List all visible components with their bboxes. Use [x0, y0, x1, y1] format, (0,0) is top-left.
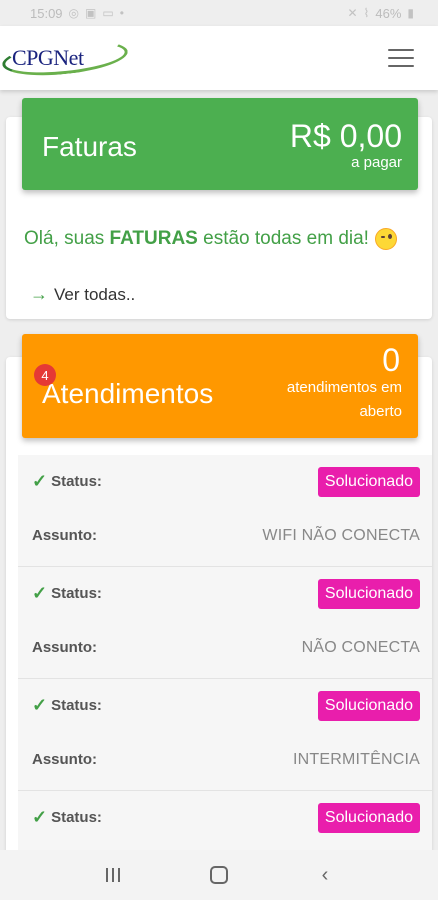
chevron-down-icon[interactable]: ✓ — [32, 583, 47, 604]
battery-icon: ▮ — [407, 6, 414, 20]
ticket-status-row: ✓ Status: — [32, 695, 102, 716]
status-time: 15:09 — [30, 5, 63, 21]
ticket-row[interactable]: ✓ Status: Solucionado Assunto: INTERMITÊ… — [18, 679, 432, 791]
message-icon: ▭ — [102, 6, 114, 20]
dot-icon: • — [119, 6, 124, 20]
atendimentos-banner[interactable]: 4 Atendimentos 0 atendimentos em aberto — [22, 334, 418, 438]
ticket-status-label: Status: — [51, 697, 102, 714]
hamburger-icon[interactable] — [388, 49, 414, 67]
chevron-down-icon[interactable]: ✓ — [32, 807, 47, 828]
ticket-assunto-label: Assunto: — [32, 527, 97, 544]
notification-badge: 4 — [34, 364, 56, 386]
system-nav-bar: ‹ — [0, 850, 438, 900]
faturas-amount: R$ 0,00 — [289, 118, 402, 154]
faturas-title: Faturas — [42, 131, 137, 162]
ticket-status-row: ✓ Status: — [32, 583, 102, 604]
home-button[interactable] — [199, 866, 239, 884]
atendimentos-count-sub: atendimentos em aberto — [286, 379, 402, 420]
faturas-message-suffix: estão todas em dia! — [197, 228, 369, 249]
ticket-status-label: Status: — [51, 809, 102, 826]
ticket-status-label: Status: — [51, 585, 102, 602]
recents-icon[interactable] — [93, 868, 133, 882]
ticket-status-row: ✓ Status: — [32, 471, 102, 492]
signal-icon: ⌇ — [363, 6, 370, 20]
status-bar: 15:09 ◎ ▣ ▭ • ✕ ⌇ 46% ▮ — [0, 0, 438, 26]
ticket-row[interactable]: ✓ Status: Solucionado Assunto: NÃO CONEC… — [18, 567, 432, 679]
ticket-status-row: ✓ Status: — [32, 807, 102, 828]
ticket-row[interactable]: ✓ Status: Solucionado Assunto: WIFI NÃO … — [18, 455, 432, 567]
back-icon[interactable]: ‹ — [305, 864, 345, 887]
status-badge[interactable]: Solucionado — [317, 691, 420, 721]
winking-face-icon — [374, 228, 397, 250]
ticket-assunto-label: Assunto: — [32, 639, 97, 656]
atendimentos-title: Atendimentos — [42, 378, 214, 409]
ticket-assunto-value: NÃO CONECTA — [301, 639, 420, 656]
faturas-banner[interactable]: Faturas R$ 0,00 a pagar — [22, 98, 418, 190]
ticket-assunto-label: Assunto: — [32, 751, 97, 768]
faturas-amount-sub: a pagar — [351, 154, 402, 171]
faturas-message-prefix: Olá, suas — [24, 228, 110, 249]
gallery-icon: ▣ — [85, 6, 97, 20]
chevron-down-icon[interactable]: ✓ — [32, 695, 47, 716]
chevron-down-icon[interactable]: ✓ — [32, 471, 47, 492]
battery-level: 46% — [375, 5, 402, 21]
cpgnet-logo[interactable]: CPGNet — [0, 35, 132, 81]
ticket-assunto-value: WIFI NÃO CONECTA — [262, 527, 420, 544]
ver-todas-label: Ver todas.. — [54, 284, 136, 304]
ticket-assunto-value: INTERMITÊNCIA — [292, 751, 420, 768]
status-badge[interactable]: Solucionado — [317, 803, 420, 833]
ticket-row[interactable]: ✓ Status: Solucionado — [18, 791, 432, 851]
status-badge[interactable]: Solucionado — [317, 467, 420, 497]
faturas-message-bold: FATURAS — [109, 228, 198, 249]
atendimentos-count: 0 — [382, 342, 400, 378]
ticket-status-label: Status: — [51, 473, 102, 490]
ver-todas-link[interactable]: → Ver todas.. — [30, 284, 135, 305]
logo-text: CPGNet — [12, 45, 84, 70]
home-icon — [210, 866, 228, 884]
arrow-right-icon: → — [30, 284, 48, 304]
app-header: CPGNet — [0, 26, 438, 90]
faturas-message: Olá, suas FATURAS estão todas em dia! — [24, 228, 397, 250]
status-badge[interactable]: Solucionado — [317, 579, 420, 609]
mute-icon: ✕ — [347, 6, 358, 20]
whatsapp-icon: ◎ — [68, 6, 80, 20]
